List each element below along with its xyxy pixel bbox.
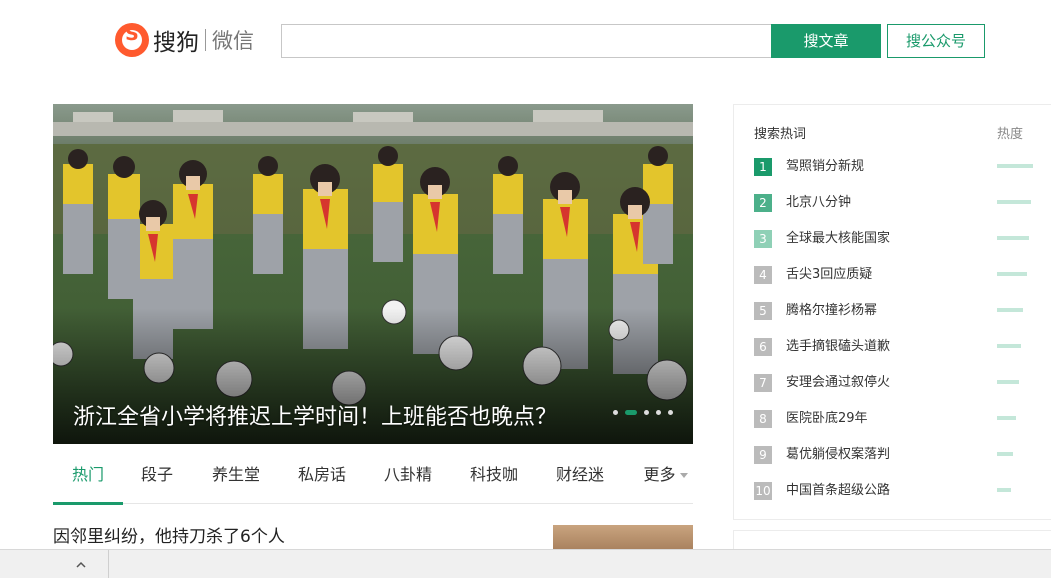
hot-search-item[interactable]: 1 驾照销分新规 [754, 158, 1044, 176]
hot-search-text[interactable]: 葛优躺侵权案落判 [786, 446, 890, 464]
heat-bar [997, 200, 1031, 204]
logo-subtitle: 微信 [212, 29, 254, 53]
chevron-up-icon[interactable] [76, 560, 86, 570]
hot-search-text[interactable]: 驾照销分新规 [786, 158, 864, 176]
chevron-down-icon [679, 473, 688, 478]
search-article-button[interactable]: 搜文章 [771, 24, 881, 58]
search-input[interactable] [281, 24, 771, 58]
heat-bar [997, 380, 1019, 384]
tab-hot[interactable]: 热门 [53, 452, 123, 505]
hot-search-item[interactable]: 6 选手摘银磕头道歉 [754, 338, 1044, 356]
carousel-dot[interactable] [613, 410, 618, 415]
hot-rank-badge: 9 [754, 446, 772, 464]
hot-rank-badge: 1 [754, 158, 772, 176]
hot-search-text[interactable]: 选手摘银磕头道歉 [786, 338, 890, 356]
heat-bar [997, 416, 1016, 420]
hot-search-item[interactable]: 9 葛优躺侵权案落判 [754, 446, 1044, 464]
news-headline[interactable]: 因邻里纠纷，他持刀杀了6个人 [53, 522, 285, 547]
hot-search-text[interactable]: 中国首条超级公路 [786, 482, 890, 500]
hot-search-item[interactable]: 7 安理会通过叙停火 [754, 374, 1044, 392]
carousel-dots [613, 410, 673, 415]
carousel-dot[interactable] [656, 410, 661, 415]
hot-rank-badge: 3 [754, 230, 772, 248]
hot-search-item[interactable]: 2 北京八分钟 [754, 194, 1044, 212]
bottom-bar [0, 549, 1051, 578]
hot-rank-badge: 2 [754, 194, 772, 212]
hot-search-item[interactable]: 5 腾格尔撞衫杨幂 [754, 302, 1044, 320]
hot-search-text[interactable]: 北京八分钟 [786, 194, 851, 212]
hot-rank-badge: 6 [754, 338, 772, 356]
tab-health[interactable]: 养生堂 [208, 452, 264, 504]
carousel-dot[interactable] [668, 410, 673, 415]
heat-bar [997, 272, 1027, 276]
heat-bar [997, 308, 1023, 312]
hot-rank-badge: 5 [754, 302, 772, 320]
sogou-logo-icon [115, 23, 149, 57]
hot-search-item[interactable]: 4 舌尖3回应质疑 [754, 266, 1044, 284]
banner-caption[interactable]: 浙江全省小学将推迟上学时间！上班能否也晚点？ [73, 399, 557, 431]
hot-search-item[interactable]: 10 中国首条超级公路 [754, 482, 1044, 500]
hot-rank-badge: 8 [754, 410, 772, 428]
hot-search-text[interactable]: 医院卧底29年 [786, 410, 868, 428]
tab-gossip[interactable]: 八卦精 [380, 452, 436, 504]
divider [108, 550, 109, 578]
heat-bar [997, 236, 1029, 240]
tab-more[interactable]: 更多 [638, 452, 693, 504]
carousel-dot-active[interactable] [625, 410, 637, 415]
hot-search-title: 搜索热词 [754, 127, 807, 142]
banner-carousel[interactable]: 浙江全省小学将推迟上学时间！上班能否也晚点？ [53, 104, 693, 444]
tab-private[interactable]: 私房话 [294, 452, 350, 504]
logo-divider [205, 29, 206, 51]
hot-search-item[interactable]: 3 全球最大核能国家 [754, 230, 1044, 248]
banner-image [53, 104, 693, 444]
heat-bar [997, 452, 1013, 456]
hot-search-text[interactable]: 全球最大核能国家 [786, 230, 890, 248]
hot-search-text[interactable]: 腾格尔撞衫杨幂 [786, 302, 877, 320]
tab-more-label: 更多 [643, 465, 676, 484]
hot-search-item[interactable]: 8 医院卧底29年 [754, 410, 1044, 428]
heat-bar [997, 164, 1033, 168]
heat-bar [997, 344, 1021, 348]
tab-tech[interactable]: 科技咖 [466, 452, 522, 504]
category-tabs: 热门 段子 养生堂 私房话 八卦精 科技咖 财经迷 更多 [53, 452, 693, 505]
hot-rank-badge: 10 [754, 482, 772, 500]
hot-rank-badge: 7 [754, 374, 772, 392]
heat-bar [997, 488, 1011, 492]
hot-search-panel: 搜索热词 热度 1 驾照销分新规 2 北京八分钟 3 全球最大核能国家 4 舌尖3回应质疑 5 腾… [733, 104, 1051, 520]
hot-search-text[interactable]: 舌尖3回应质疑 [786, 266, 872, 284]
hot-search-text[interactable]: 安理会通过叙停火 [786, 374, 890, 392]
tab-jokes[interactable]: 段子 [137, 452, 177, 504]
hot-heat-label: 热度 [997, 127, 1024, 142]
carousel-dot[interactable] [644, 410, 649, 415]
hot-rank-badge: 4 [754, 266, 772, 284]
logo-text: 搜狗 [153, 30, 199, 56]
tab-finance[interactable]: 财经迷 [552, 452, 608, 504]
search-account-button[interactable]: 搜公众号 [887, 24, 985, 58]
sogou-logo[interactable]: 搜狗 微信 [115, 23, 254, 57]
